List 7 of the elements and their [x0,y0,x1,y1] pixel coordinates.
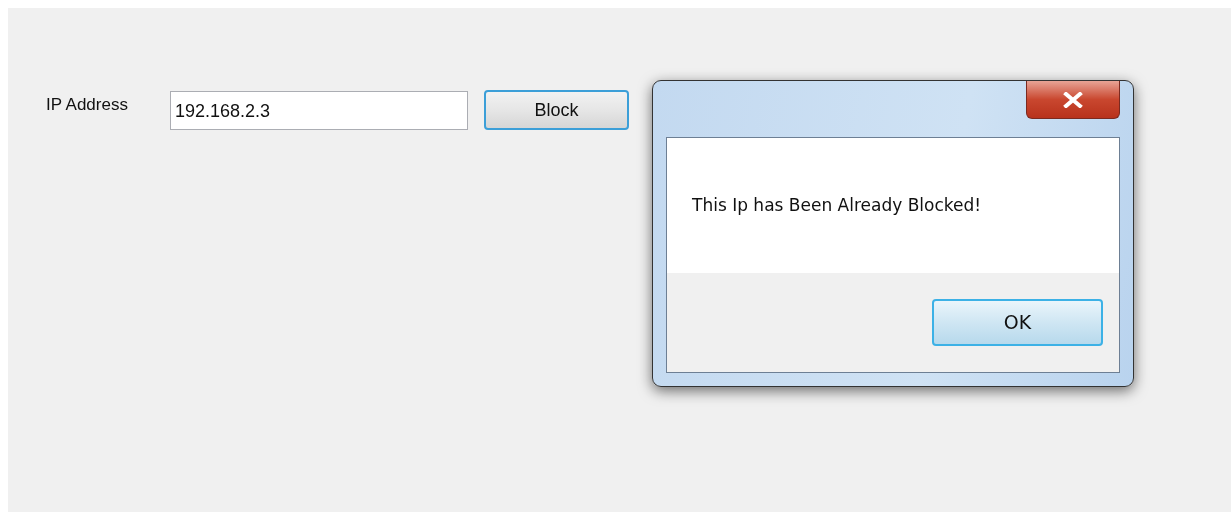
ip-address-label: IP Address [46,94,129,117]
ok-button[interactable]: OK [932,299,1103,346]
close-button[interactable] [1026,81,1120,119]
ip-address-field[interactable]: 192.168.2.3 [170,90,468,130]
block-button[interactable]: Block [484,90,629,130]
close-icon [1063,91,1083,108]
message-text: This Ip has Been Already Blocked! [692,193,982,217]
